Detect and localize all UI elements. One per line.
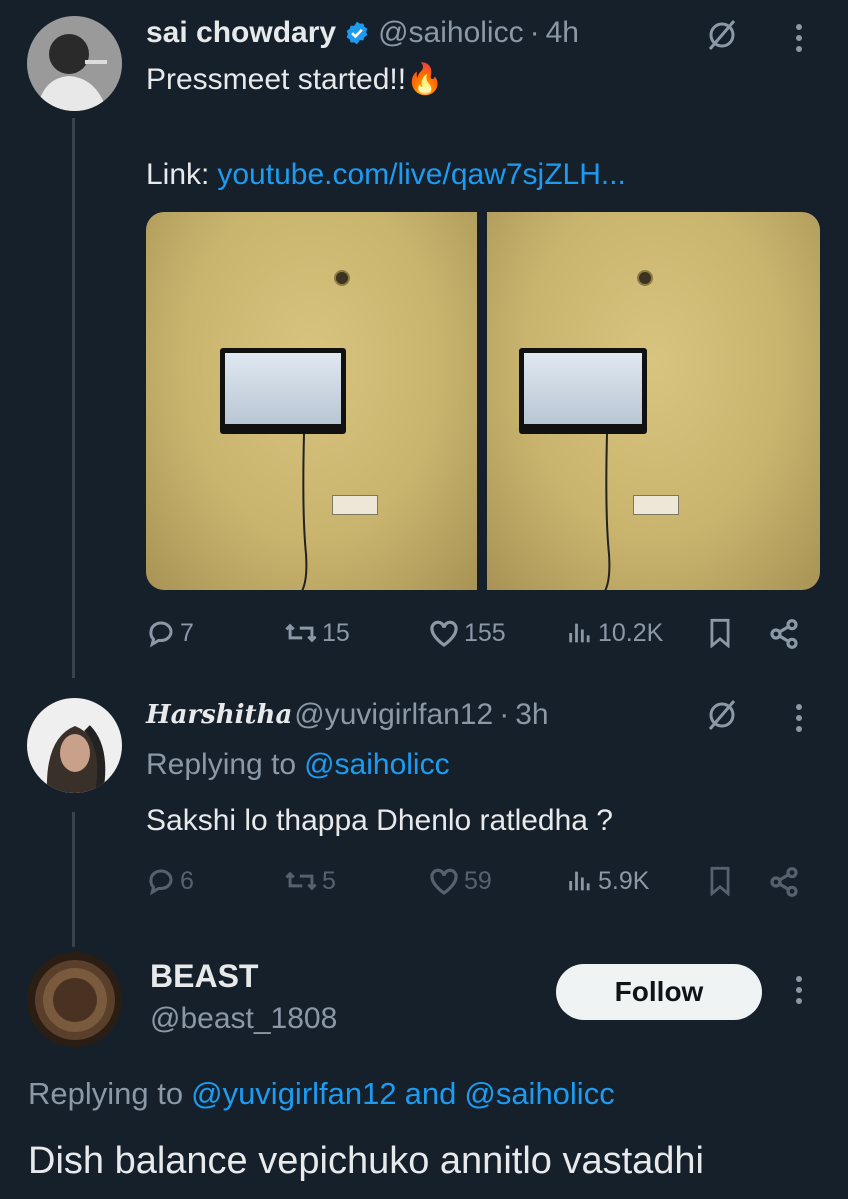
replying-to: Replying to @saiholicc — [146, 748, 450, 782]
bookmark-icon[interactable] — [706, 866, 734, 896]
reply-icon — [149, 621, 173, 648]
timestamp[interactable]: 4h — [546, 16, 579, 50]
like-count: 155 — [464, 618, 506, 647]
retweet-count: 5 — [322, 866, 336, 895]
more-icon[interactable] — [796, 976, 802, 1004]
like-button[interactable]: 155 — [428, 618, 506, 648]
views-button[interactable]: 10.2K — [566, 618, 663, 648]
tweet-link-line: Link: youtube.com/live/qaw7sjZLH... — [146, 158, 626, 192]
views-count: 10.2K — [598, 618, 664, 647]
display-name[interactable]: sai chowdary — [146, 16, 336, 50]
tweet1-header: sai chowdary @saiholicc · 4h — [146, 14, 579, 52]
handle[interactable]: @beast_1808 — [150, 1002, 337, 1036]
avatar-beast[interactable] — [27, 952, 122, 1047]
reply-icon — [149, 869, 173, 896]
display-name[interactable]: 𝑯𝒂𝒓𝒔𝒉𝒊𝒕𝒉𝒂 — [146, 700, 292, 730]
like-icon — [430, 620, 458, 647]
separator: · — [499, 698, 510, 731]
share-icon[interactable] — [768, 866, 800, 898]
tweet-text: Pressmeet started!!🔥 — [146, 63, 444, 96]
display-name[interactable]: BEAST — [150, 958, 258, 995]
retweet-icon — [285, 871, 317, 891]
bookmark-icon[interactable] — [706, 618, 734, 648]
more-icon[interactable] — [796, 704, 802, 732]
views-count: 5.9K — [598, 866, 650, 895]
more-icon[interactable] — [796, 24, 802, 52]
reply-count: 7 — [180, 618, 194, 647]
youtube-link[interactable]: youtube.com/live/qaw7sjZLH... — [217, 158, 626, 192]
avatar-coin-icon — [27, 952, 122, 1047]
separator: · — [529, 16, 540, 49]
retweet-button[interactable]: 15 — [284, 618, 350, 648]
retweet-icon — [285, 623, 317, 643]
like-count: 59 — [464, 866, 492, 895]
avatar-sai-chowdary[interactable] — [27, 16, 122, 111]
tweet2-header: 𝑯𝒂𝒓𝒔𝒉𝒊𝒕𝒉𝒂 @yuvigirlfan12 · 3h — [146, 696, 549, 734]
reply-count: 6 — [180, 866, 194, 895]
tweet-text: Sakshi lo thappa Dhenlo ratledha ? — [146, 804, 613, 837]
follow-label: Follow — [614, 976, 704, 1007]
views-icon — [569, 871, 590, 891]
verified-badge-icon — [344, 20, 370, 46]
like-icon — [430, 868, 458, 895]
retweet-count: 15 — [322, 618, 350, 647]
replying-mention[interactable]: @saiholicc — [304, 748, 450, 782]
link-label: Link: — [146, 158, 210, 191]
follow-button[interactable]: Follow — [556, 964, 762, 1020]
replying-and: and — [404, 1076, 457, 1111]
reply-button[interactable]: 6 — [146, 866, 194, 896]
replying-mention-1[interactable]: @yuvigirlfan12 — [191, 1076, 397, 1112]
avatar-harshitha[interactable] — [27, 698, 122, 793]
thread-line-2 — [72, 812, 75, 947]
media-image-2[interactable] — [487, 212, 820, 590]
views-button[interactable]: 5.9K — [566, 866, 649, 896]
grok-icon[interactable] — [704, 17, 740, 58]
replying-prefix: Replying to — [28, 1076, 184, 1111]
share-icon[interactable] — [768, 618, 800, 650]
tweet-text: Dish balance vepichuko annitlo vastadhi — [28, 1140, 704, 1182]
retweet-button[interactable]: 5 — [284, 866, 336, 896]
handle[interactable]: @yuvigirlfan12 — [294, 698, 493, 732]
avatar-silhouette-icon — [27, 16, 122, 111]
timestamp[interactable]: 3h — [515, 698, 548, 732]
reply-button[interactable]: 7 — [146, 618, 194, 648]
replying-mention-2[interactable]: @saiholicc — [464, 1076, 614, 1112]
avatar-silhouette-icon — [27, 698, 122, 793]
grok-icon[interactable] — [704, 697, 740, 738]
handle[interactable]: @saiholicc — [378, 16, 524, 50]
views-icon — [569, 623, 590, 643]
thread-line-1 — [72, 118, 75, 678]
like-button[interactable]: 59 — [428, 866, 492, 896]
replying-prefix: Replying to — [146, 748, 297, 781]
replying-to: Replying to @yuvigirlfan12 and @saiholic… — [28, 1076, 615, 1112]
media-image-1[interactable] — [146, 212, 477, 590]
